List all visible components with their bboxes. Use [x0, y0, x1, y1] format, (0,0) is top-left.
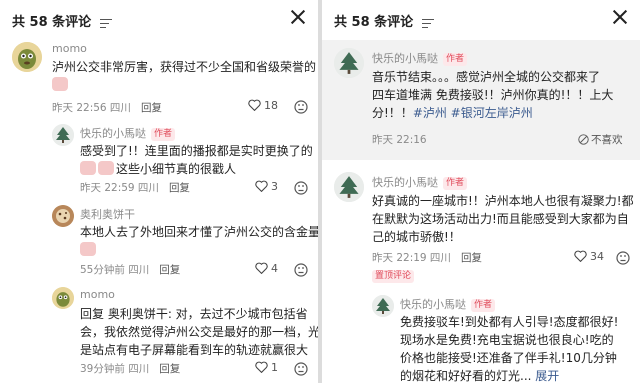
- dislike-icon[interactable]: [294, 100, 308, 114]
- tree-avatar[interactable]: [334, 172, 364, 202]
- comment-text: 回复 奥利奥饼干: 对，去过不少城市包括省 会，我依然觉得泸州公交是最好的那一档…: [80, 307, 318, 357]
- comment-item: momo 泸州公交非常厉害，获得过不少全国和省级荣誉的 昨天 22:56 四川回…: [0, 40, 318, 118]
- comment-text: 感受到了!！连里面的播报都是实时更换了的 这些小细节真的很戳人: [80, 144, 313, 176]
- comment-item: 快乐的小馬哒 作者 好真诚的一座城市!！泸州本地人也很有凝聚力!都 在默默为这场活…: [322, 170, 640, 290]
- author-badge: 作者: [443, 53, 468, 66]
- comment-username[interactable]: 快乐的小馬哒 作者: [372, 174, 468, 190]
- comment-username[interactable]: 快乐的小馬哒 作者: [400, 296, 496, 312]
- heart-icon: [248, 99, 261, 111]
- like-button[interactable]: 18: [248, 99, 278, 112]
- momo-avatar[interactable]: [12, 42, 42, 72]
- reply-button[interactable]: 回复: [159, 363, 180, 375]
- comments-count-title: 共 58 条评论: [12, 11, 112, 30]
- author-badge: 作者: [151, 128, 176, 141]
- comment-username[interactable]: 奥利奥饼干: [80, 206, 135, 222]
- comment-meta: 39分钟前 四川 回复: [80, 363, 181, 375]
- emoji-sticker: [80, 242, 96, 256]
- dislike-button[interactable]: 不喜欢: [578, 132, 623, 147]
- emoji-sticker: [98, 161, 114, 175]
- heart-icon: [574, 250, 587, 262]
- reply-button[interactable]: 回复: [461, 252, 482, 264]
- right-comments-panel: 共 58 条评论 快乐的小馬哒 作者 音乐节结束。。。感觉泸州全城的公交都来了 四…: [322, 0, 640, 383]
- emoji-sticker: [80, 161, 96, 175]
- author-badge: 作者: [471, 299, 496, 312]
- tree-avatar[interactable]: [372, 295, 394, 317]
- comment-reply-item: 快乐的小馬哒 作者 感受到了!！连里面的播报都是实时更换了的 这些小细节真的很戳人…: [0, 122, 318, 200]
- comment-text: 好真诚的一座城市!！泸州本地人也很有凝聚力!都 在默默为这场活动出力!而且能感受…: [372, 194, 634, 244]
- heart-icon: [255, 262, 268, 274]
- dislike-icon[interactable]: [294, 362, 308, 376]
- dislike-icon[interactable]: [616, 251, 630, 265]
- comment-meta: 昨天 22:56 四川 回复: [52, 102, 162, 114]
- left-comments-panel: 共 58 条评论 momo 泸州公交非常厉害，获得过不少全国和省级荣誉的 昨天 …: [0, 0, 318, 383]
- comment-text: 泸州公交非常厉害，获得过不少全国和省级荣誉的: [52, 58, 316, 94]
- comment-text: 音乐节结束。。。感觉泸州全城的公交都来了 四车道堆满 免费接驳!！泸州你真的!！…: [372, 70, 614, 120]
- momo-avatar[interactable]: [52, 287, 74, 309]
- like-button[interactable]: 3: [255, 180, 278, 193]
- hashtag-link[interactable]: #泸州 #银河左岸泸州: [413, 106, 533, 120]
- dislike-icon: [578, 134, 589, 145]
- reply-button[interactable]: 回复: [159, 264, 180, 276]
- like-button[interactable]: 1: [255, 361, 278, 374]
- comment-username[interactable]: momo: [52, 42, 87, 55]
- expand-link[interactable]: 展开: [535, 369, 559, 383]
- emoji-sticker: [52, 77, 68, 91]
- reply-button[interactable]: 回复: [169, 182, 190, 194]
- tree-avatar[interactable]: [334, 48, 364, 78]
- heart-icon: [255, 180, 268, 192]
- tree-avatar[interactable]: [52, 124, 74, 146]
- comment-meta: 55分钟前 四川 回复: [80, 264, 181, 276]
- close-icon[interactable]: [612, 9, 628, 25]
- comment-item-highlighted: 快乐的小馬哒 作者 音乐节结束。。。感觉泸州全城的公交都来了 四车道堆满 免费接驳…: [322, 40, 640, 160]
- cookie-avatar[interactable]: [52, 205, 74, 227]
- dislike-icon[interactable]: [294, 181, 308, 195]
- author-badge: 作者: [443, 177, 468, 190]
- close-icon[interactable]: [290, 9, 306, 25]
- comment-text: 免费接驳车!到处都有人引导!态度都很好! 现场水是免费!充电宝据说也很良心!吃的…: [400, 315, 619, 383]
- reply-button[interactable]: 回复: [141, 102, 162, 114]
- comment-reply-item: 奥利奥饼干 本地人去了外地回来才懂了泸州公交的含金量 55分钟前 四川 回复 4: [0, 203, 318, 281]
- comment-username[interactable]: 快乐的小馬哒 作者: [372, 50, 468, 66]
- comment-text: 本地人去了外地回来才懂了泸州公交的含金量: [80, 223, 318, 259]
- pinned-badge: 置顶评论: [372, 270, 415, 283]
- comments-header: 共 58 条评论: [0, 0, 318, 40]
- comments-count-title: 共 58 条评论: [334, 11, 434, 30]
- like-button[interactable]: 34: [574, 250, 604, 263]
- comments-header: 共 58 条评论: [322, 0, 640, 40]
- comment-username[interactable]: 快乐的小馬哒 作者: [80, 125, 176, 141]
- filter-icon[interactable]: [421, 18, 434, 28]
- comment-username[interactable]: momo: [80, 288, 115, 301]
- comment-reply-item: momo 回复 奥利奥饼干: 对，去过不少城市包括省 会，我依然觉得泸州公交是最…: [0, 285, 318, 383]
- filter-icon[interactable]: [99, 18, 112, 28]
- like-button[interactable]: 4: [255, 262, 278, 275]
- heart-icon: [255, 361, 268, 373]
- comment-meta: 昨天 22:16: [372, 134, 427, 146]
- comment-meta: 昨天 22:19 四川 回复: [372, 252, 482, 264]
- dislike-icon[interactable]: [294, 263, 308, 277]
- comment-reply-item: 快乐的小馬哒 作者 免费接驳车!到处都有人引导!态度都很好! 现场水是免费!充电宝…: [322, 293, 640, 383]
- comment-meta: 昨天 22:59 四川 回复: [80, 182, 190, 194]
